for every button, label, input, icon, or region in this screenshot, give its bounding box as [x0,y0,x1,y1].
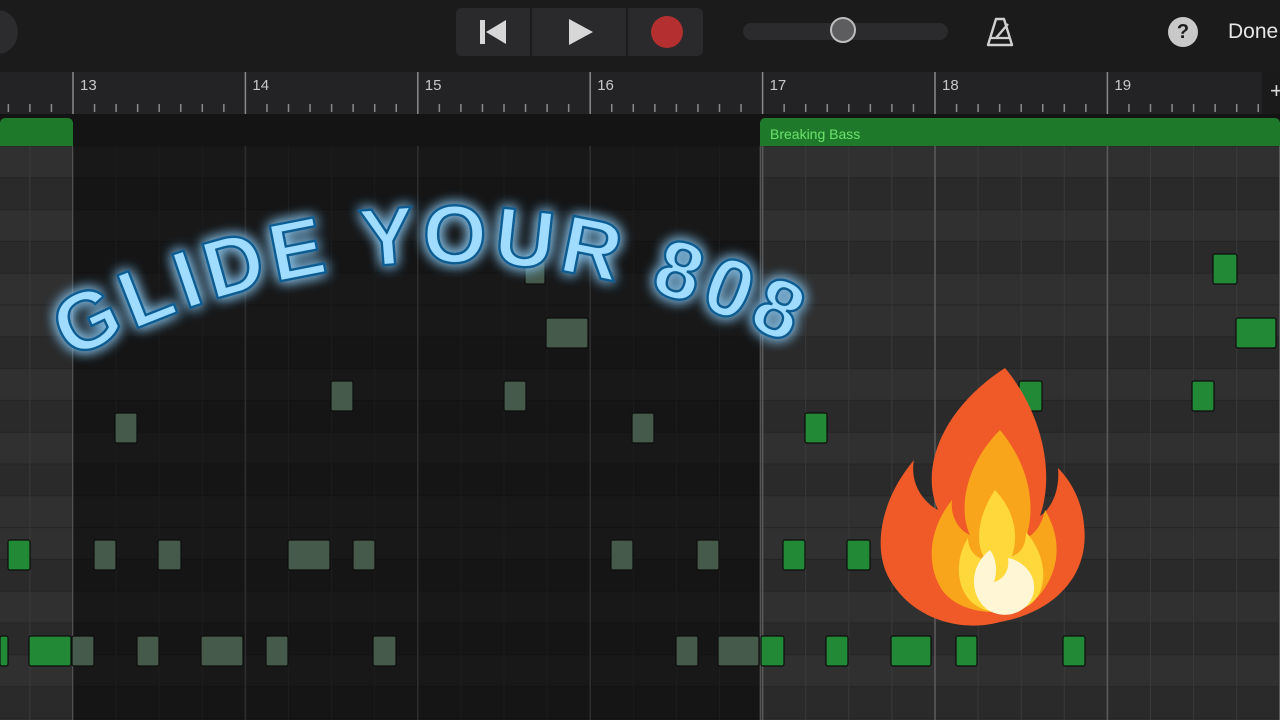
midi-note[interactable] [890,635,932,667]
ruler-bar-number: 14 [252,77,269,94]
midi-note-inactive[interactable] [503,380,527,412]
midi-note[interactable] [825,635,849,667]
record-icon [650,16,683,48]
midi-note-inactive[interactable] [136,635,160,667]
ruler-bar-number: 13 [80,77,97,94]
midi-note-inactive[interactable] [524,253,546,285]
midi-note-inactive[interactable] [610,539,634,571]
midi-note-inactive[interactable] [545,317,589,349]
tracks-view-button[interactable] [0,10,18,54]
midi-note-inactive[interactable] [696,539,720,571]
ruler-bar-number: 16 [597,77,614,94]
midi-note-inactive[interactable] [93,539,117,571]
ruler-bar-number: 15 [425,77,442,94]
region-previous[interactable] [0,118,73,146]
toolbar: ? Done [0,0,1280,72]
transport-controls [456,8,703,56]
midi-note[interactable] [1191,380,1215,412]
add-section-button[interactable]: + [1270,78,1280,104]
midi-note[interactable] [955,635,978,667]
midi-note[interactable] [0,635,9,667]
ruler-ticks: 13 14 15 16 17 18 19 [7,72,1259,114]
metronome-icon [986,17,1014,47]
midi-note-inactive[interactable] [372,635,397,667]
metronome-button[interactable] [984,16,1016,53]
play-icon [569,19,593,45]
midi-note[interactable] [1062,635,1086,667]
rewind-button[interactable] [456,8,530,56]
midi-note-inactive[interactable] [717,635,760,667]
region-label: Breaking Bass [770,126,861,142]
ruler-bar-number: 19 [1114,77,1131,94]
midi-note[interactable] [7,539,31,571]
midi-note[interactable] [804,412,828,444]
timeline-ruler[interactable]: 13 14 15 16 17 18 19 [0,72,1262,114]
ruler-bar-number: 17 [770,77,787,94]
midi-note-inactive[interactable] [675,635,699,667]
midi-note-inactive[interactable] [114,412,138,444]
region-breaking-bass[interactable]: Breaking Bass [760,118,1280,146]
record-button[interactable] [626,8,703,56]
midi-note-inactive[interactable] [352,539,376,571]
midi-note-inactive[interactable] [200,635,244,667]
fire-emoji [870,360,1100,635]
help-button[interactable]: ? [1168,17,1198,47]
midi-note[interactable] [782,539,806,571]
midi-note[interactable] [1212,253,1238,285]
ruler-bar-number: 18 [942,77,959,94]
region-bar: Breaking Bass [0,114,1280,146]
midi-note[interactable] [28,635,72,667]
play-button[interactable] [530,8,628,56]
midi-note-inactive[interactable] [157,539,182,571]
midi-note[interactable] [760,635,785,667]
midi-note[interactable] [1235,317,1277,349]
midi-note-inactive[interactable] [265,635,289,667]
master-volume-slider[interactable] [743,17,948,43]
done-button[interactable]: Done [1228,20,1278,44]
midi-note-inactive[interactable] [330,380,354,412]
fire-icon [880,368,1085,626]
volume-slider-knob[interactable] [830,17,856,43]
midi-note[interactable] [846,539,871,571]
midi-note-inactive[interactable] [71,635,95,667]
midi-note-inactive[interactable] [287,539,331,571]
midi-note-inactive[interactable] [631,412,655,444]
rewind-to-start-icon [480,20,506,44]
